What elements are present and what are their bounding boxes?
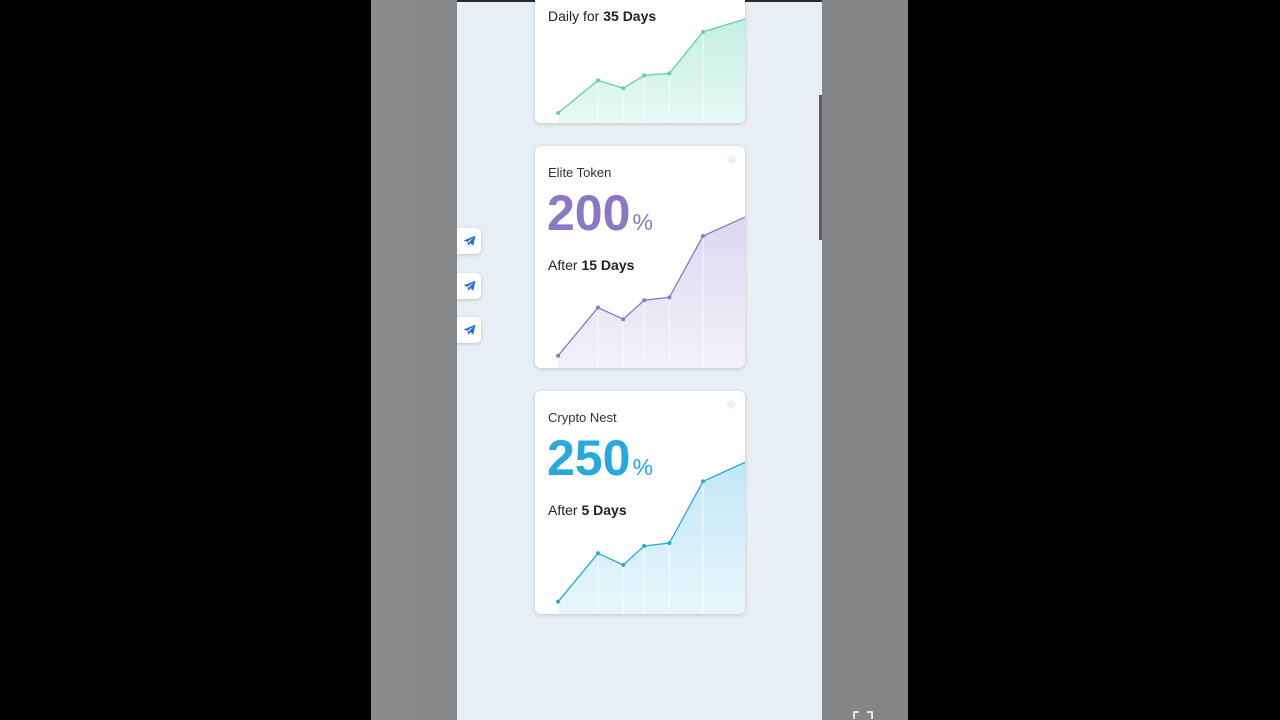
plan-return: 200%: [547, 185, 653, 241]
phone-screen: Daily for 35 Days Elite Token 200% After…: [457, 0, 822, 720]
chart-point: [621, 317, 626, 322]
card-indicator-dot: [727, 400, 736, 409]
chart-point: [642, 73, 647, 78]
chart-point: [701, 234, 705, 239]
plan-duration: After 15 Days: [548, 257, 635, 273]
plan-name: Crypto Nest: [548, 410, 617, 425]
chart-point: [556, 599, 561, 604]
chart-point: [596, 78, 600, 83]
telegram-icon: [463, 235, 475, 246]
telegram-icon: [463, 324, 475, 335]
telegram-button-1[interactable]: [457, 228, 481, 254]
telegram-button-2[interactable]: [457, 273, 481, 299]
plan-card-daily[interactable]: Daily for 35 Days: [535, 0, 745, 123]
chart-point: [701, 479, 705, 484]
chart-area: [558, 18, 745, 123]
plan-card-elite-token[interactable]: Elite Token 200% After 15 Days: [535, 146, 745, 368]
telegram-icon: [463, 280, 475, 291]
chart-point: [556, 353, 561, 358]
chart-point: [596, 551, 600, 556]
chart-point: [621, 563, 626, 568]
chart-point: [556, 111, 561, 116]
telegram-button-3[interactable]: [457, 317, 481, 343]
chart-point: [596, 305, 600, 310]
plan-name: Elite Token: [548, 165, 612, 180]
chart-point: [642, 298, 647, 303]
chart-point: [667, 541, 672, 546]
plan-duration: Daily for 35 Days: [548, 8, 657, 24]
fullscreen-icon[interactable]: [853, 711, 873, 720]
plan-return: 250%: [547, 430, 653, 486]
chart-point: [621, 86, 626, 91]
chart-point: [642, 543, 647, 548]
chart-point: [701, 29, 705, 34]
chart-point: [667, 295, 672, 300]
card-indicator-dot: [727, 155, 736, 164]
plan-card-crypto-nest[interactable]: Crypto Nest 250% After 5 Days: [535, 391, 745, 614]
chart-point: [667, 71, 672, 76]
phone-side-edge: [819, 95, 822, 240]
plan-duration: After 5 Days: [548, 502, 627, 518]
